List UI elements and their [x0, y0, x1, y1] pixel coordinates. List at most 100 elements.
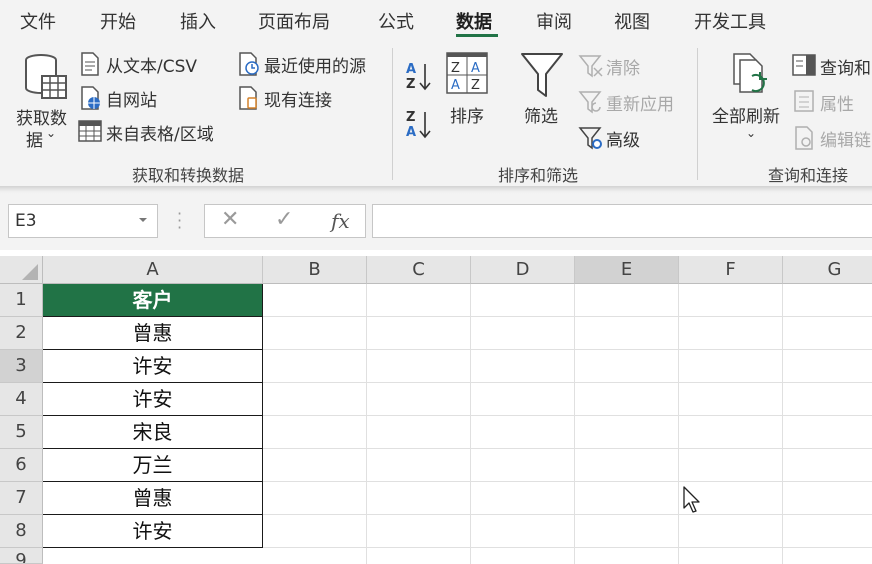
svg-text:A: A	[471, 61, 480, 76]
funnel-icon	[521, 53, 563, 97]
text-file-icon	[81, 52, 99, 76]
cell-a2[interactable]: 曾惠	[43, 317, 263, 350]
existing-connections-label: 现有连接	[264, 91, 332, 111]
column-header-a[interactable]: A	[43, 256, 263, 284]
cell-a3[interactable]: 许安	[43, 350, 263, 383]
from-web-label: 自网站	[106, 91, 157, 111]
sort-descending-icon[interactable]: Z A	[404, 108, 434, 140]
tab-home[interactable]: 开始	[100, 8, 136, 34]
tab-formulas[interactable]: 公式	[378, 8, 414, 34]
advanced-filter-icon	[578, 127, 602, 150]
svg-text:A: A	[406, 125, 416, 140]
chevron-down-icon[interactable]	[139, 218, 147, 222]
group-divider	[697, 48, 698, 180]
sort-dialog-icon: Z A A Z	[446, 52, 488, 94]
recent-sources-label: 最近使用的源	[264, 57, 366, 77]
chevron-down-icon: ⌄	[746, 126, 757, 140]
sort-label: 排序	[450, 107, 484, 127]
select-all-icon	[22, 264, 38, 280]
cell-a5[interactable]: 宋良	[43, 416, 263, 449]
row-header-1[interactable]: 1	[0, 284, 43, 317]
column-header-c[interactable]: C	[367, 256, 471, 284]
group-title-get-transform: 获取和转换数据	[132, 166, 245, 185]
insert-function-icon[interactable]: fx	[331, 209, 350, 233]
svg-text:A: A	[406, 62, 416, 77]
svg-text:A: A	[451, 78, 460, 93]
queries-pane-icon	[792, 54, 816, 76]
tab-file[interactable]: 文件	[20, 8, 56, 34]
web-globe-icon	[81, 86, 100, 110]
svg-text:Z: Z	[471, 78, 480, 93]
cell-a7[interactable]: 曾惠	[43, 482, 263, 515]
gridline	[366, 284, 367, 564]
refresh-all-label: 全部刷新	[712, 107, 780, 127]
row-header-4[interactable]: 4	[0, 383, 43, 416]
active-tab-indicator	[456, 34, 498, 37]
table-icon	[78, 120, 102, 142]
tab-developer[interactable]: 开发工具	[694, 8, 766, 34]
svg-text:Z: Z	[406, 110, 415, 125]
gridline	[678, 284, 679, 564]
row-header-9[interactable]: 9	[0, 548, 43, 564]
gridline	[470, 284, 471, 564]
enter-icon[interactable]: ✓	[275, 207, 293, 232]
row-header-2[interactable]: 2	[0, 317, 43, 350]
reapply-label: 重新应用	[606, 95, 674, 115]
clock-file-icon	[239, 52, 259, 76]
mouse-pointer-icon	[683, 486, 700, 513]
from-table-range-label: 来自表格/区域	[106, 125, 214, 145]
refresh-icon	[733, 53, 767, 93]
edit-links-label: 编辑链	[820, 131, 871, 151]
database-table-icon	[25, 54, 67, 99]
name-box[interactable]: E3	[8, 204, 158, 238]
edit-links-icon	[795, 126, 813, 150]
more-options-icon[interactable]: · · ·	[177, 206, 182, 236]
clear-label: 清除	[606, 59, 640, 79]
formula-buttons: ✕ ✓ fx	[204, 204, 366, 238]
clear-filter-icon	[578, 55, 603, 78]
tab-view[interactable]: 视图	[614, 8, 650, 34]
group-title-sort-filter: 排序和筛选	[498, 166, 579, 185]
gridline	[782, 284, 783, 564]
cell-a6[interactable]: 万兰	[43, 449, 263, 482]
properties-label: 属性	[820, 95, 854, 115]
tab-review[interactable]: 审阅	[536, 8, 572, 34]
group-divider	[392, 48, 393, 180]
cancel-icon[interactable]: ✕	[221, 207, 239, 232]
chevron-down-icon: ⌄	[46, 126, 57, 140]
row-header-5[interactable]: 5	[0, 416, 43, 449]
spreadsheet-grid[interactable]: A B C D E F G 1 2 3 4 5 6 7 8 9 客户 曾惠 许安…	[0, 256, 872, 564]
get-data-label-2: 据	[26, 131, 43, 151]
connection-file-icon	[239, 86, 257, 110]
properties-icon	[794, 90, 814, 112]
filter-label: 筛选	[524, 107, 558, 127]
formula-input[interactable]	[372, 204, 872, 238]
ribbon-shadow	[0, 186, 872, 194]
cell-a4[interactable]: 许安	[43, 383, 263, 416]
ribbon: 获取数 据 ⌄ 从文本/CSV 自网站 来自表格/区域 最近使用的源 现有连接 …	[0, 40, 872, 186]
column-header-b[interactable]: B	[263, 256, 367, 284]
advanced-label: 高级	[606, 131, 640, 151]
column-header-f[interactable]: F	[679, 256, 783, 284]
tab-insert[interactable]: 插入	[180, 8, 216, 34]
sort-ascending-icon[interactable]: A Z	[404, 60, 434, 92]
cell-a1[interactable]: 客户	[43, 284, 263, 317]
select-all-corner[interactable]	[0, 256, 43, 284]
tab-page-layout[interactable]: 页面布局	[258, 8, 330, 34]
row-header-8[interactable]: 8	[0, 515, 43, 548]
column-header-e[interactable]: E	[575, 256, 679, 284]
group-title-queries-connections: 查询和连接	[768, 166, 849, 185]
column-header-g[interactable]: G	[783, 256, 872, 284]
row-header-6[interactable]: 6	[0, 449, 43, 482]
svg-text:Z: Z	[406, 77, 415, 92]
cell-a8[interactable]: 许安	[43, 515, 263, 548]
from-text-csv-label: 从文本/CSV	[106, 57, 198, 77]
queries-connections-label: 查询和	[820, 59, 871, 79]
column-header-d[interactable]: D	[471, 256, 575, 284]
cell-e3[interactable]	[576, 350, 679, 383]
tab-data[interactable]: 数据	[456, 8, 492, 34]
row-header-3[interactable]: 3	[0, 350, 43, 383]
row-header-7[interactable]: 7	[0, 482, 43, 515]
reapply-icon	[578, 91, 602, 114]
formula-bar: E3 · · · ✕ ✓ fx	[0, 194, 872, 250]
